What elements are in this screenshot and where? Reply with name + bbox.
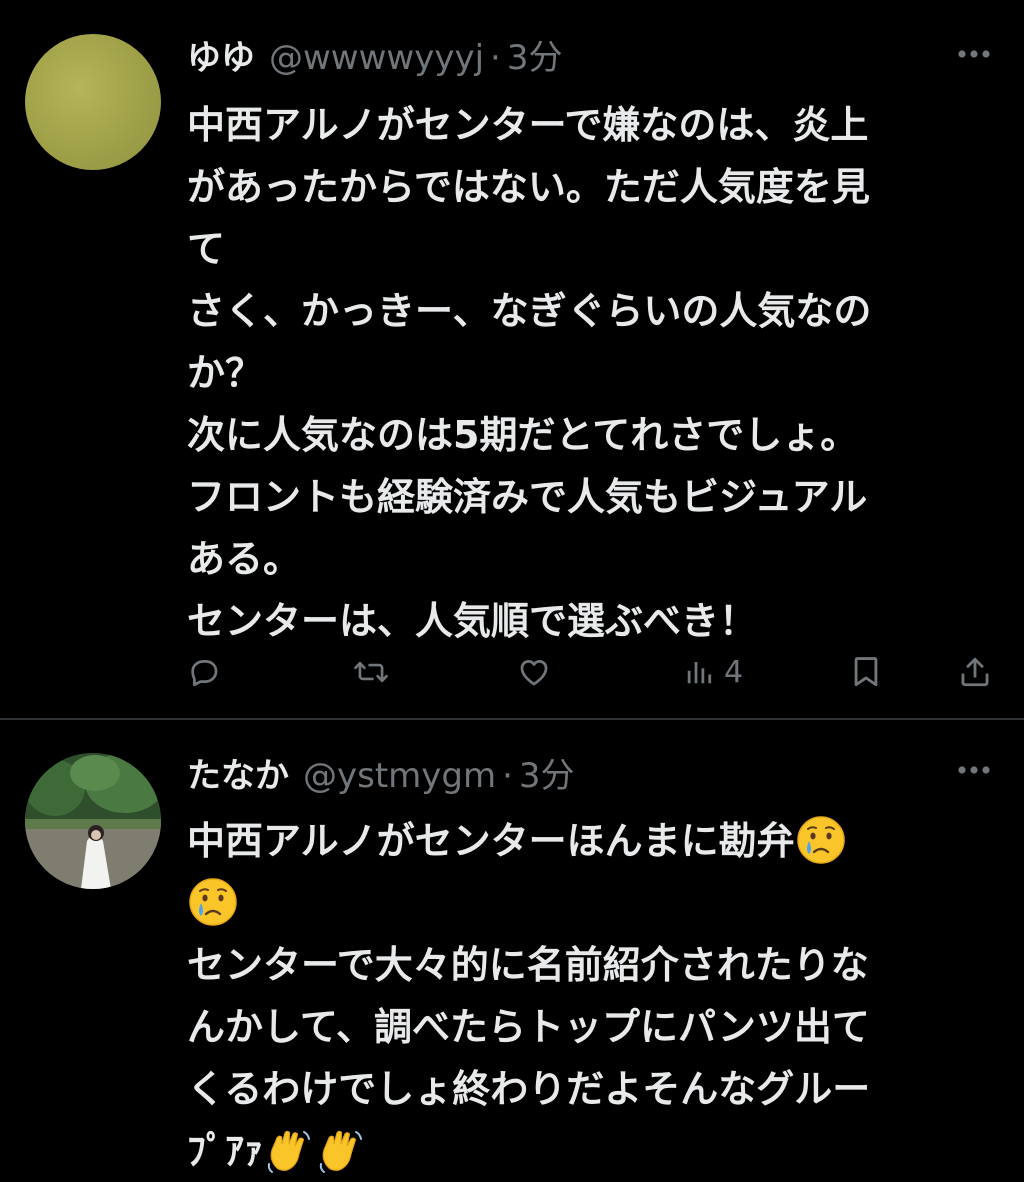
tweet-text-line: んかして、調べたらトップにパンツ出て: [187, 1005, 870, 1049]
tweet-text: 中西アルノがセンターほんまに勘弁 センターで大々的に名前紹介されたりな んかして…: [187, 810, 987, 1182]
display-name[interactable]: たなか: [187, 754, 289, 798]
tweet-text-line: 次に人気なのは5期だとてれさでしょ。: [187, 413, 859, 457]
display-name[interactable]: ゆゆ: [187, 36, 255, 80]
tweet-text-line: フロントも経験済みで人気もビジュアル: [187, 475, 868, 519]
tweet-text-line: ある。: [187, 537, 302, 581]
reply-icon: [191, 660, 218, 687]
tweet-text: 中西アルノがセンターで嫌なのは、炎上 があったからではない。ただ人気度を見 て …: [187, 94, 987, 652]
avatar[interactable]: [25, 34, 161, 170]
tweet-text-line: か？: [187, 351, 264, 395]
crying-face-emoji-icon: [796, 815, 845, 864]
tweet-text-line: センターで大々的に名前紹介されたりな: [187, 943, 869, 987]
crying-face-emoji-icon: [189, 877, 237, 926]
tweet-text-line: センターは、人気順で選ぶべき！: [187, 599, 758, 643]
tweet-text-line: があったからではない。ただ人気度を見: [187, 165, 870, 209]
user-handle[interactable]: @wwwwyyyj: [269, 36, 484, 80]
more-options-icon[interactable]: [954, 44, 994, 64]
tweet[interactable]: ゆゆ @wwwwyyyj · 3分 中西アルノがセンターで嫌なのは、炎上 があっ…: [0, 0, 1024, 718]
share-button[interactable]: [958, 650, 992, 694]
more-options-icon[interactable]: [954, 760, 994, 780]
tweet-text-line: ﾌﾟｱｧ: [187, 1120, 987, 1182]
separator-dot: ·: [502, 756, 513, 796]
tweet-text-segment: ﾌﾟｱｧ: [187, 1129, 264, 1173]
tweet-text-line: くるわけでしょ終わりだよそんなグルー: [187, 1067, 871, 1111]
tweet-header: ゆゆ @wwwwyyyj · 3分: [187, 36, 563, 80]
bookmark-icon: [854, 657, 878, 687]
views-icon: [687, 662, 712, 684]
tweet[interactable]: たなか @ystmygm · 3分 中西アルノがセンターほんまに勘弁 センターで…: [0, 720, 1024, 1175]
heart-icon: [520, 660, 548, 686]
retweet-icon: [354, 661, 388, 683]
separator-dot: ·: [490, 38, 501, 78]
waving-hand-emoji-icon: [267, 1130, 311, 1173]
avatar[interactable]: [25, 753, 161, 889]
views-button[interactable]: 4: [684, 650, 743, 694]
views-count: 4: [724, 654, 744, 690]
reply-button[interactable]: [187, 650, 221, 694]
tweet-actions: 4: [0, 650, 1024, 694]
waving-hand-emoji-icon: [319, 1130, 363, 1173]
share-icon: [961, 657, 989, 687]
user-handle[interactable]: @ystmygm: [303, 754, 496, 798]
bookmark-button[interactable]: [851, 650, 881, 694]
tweet-text-line: て: [187, 227, 226, 271]
timestamp[interactable]: 3分: [519, 754, 575, 798]
tweet-text-line: 中西アルノがセンターほんまに勘弁: [187, 810, 987, 872]
tweet-text-line: [187, 872, 987, 934]
retweet-button[interactable]: [353, 650, 389, 694]
tweet-text-line: さく、かっきー、なぎぐらいの人気なの: [187, 289, 872, 333]
tweet-header: たなか @ystmygm · 3分: [187, 754, 575, 798]
like-button[interactable]: [516, 650, 552, 694]
tweet-text-line: 中西アルノがセンターで嫌なのは、炎上: [187, 103, 869, 147]
tweet-text-segment: 中西アルノがセンターほんまに勘弁: [187, 819, 795, 863]
timestamp[interactable]: 3分: [507, 36, 563, 80]
